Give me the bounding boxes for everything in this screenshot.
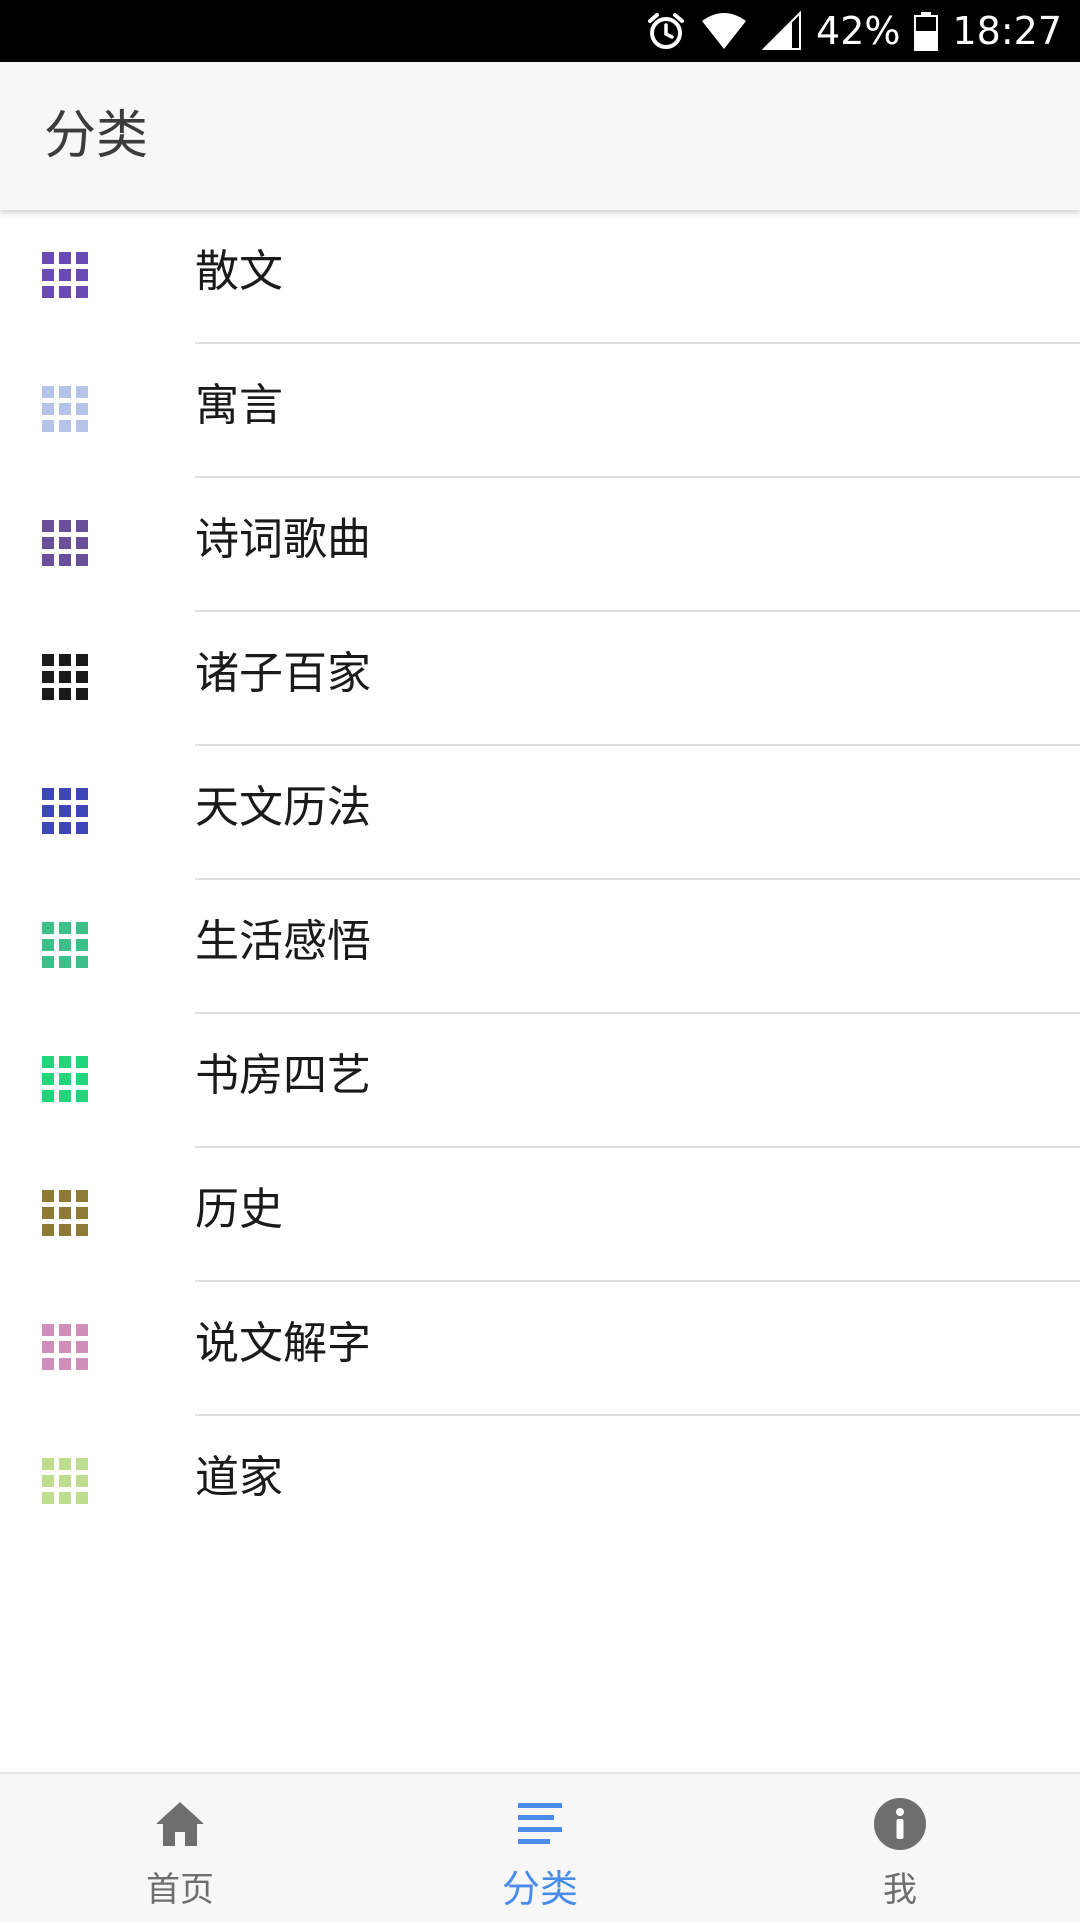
list-item[interactable]: 生活感悟 xyxy=(0,880,1080,1014)
list-item-label: 说文解字 xyxy=(195,1318,371,1369)
grid-icon xyxy=(42,386,88,432)
home-icon xyxy=(156,1802,204,1846)
battery-icon xyxy=(914,11,939,51)
grid-icon xyxy=(42,788,88,834)
nav-item-me[interactable]: 我 xyxy=(720,1774,1080,1922)
grid-icon xyxy=(42,520,88,566)
list-item[interactable]: 诸子百家 xyxy=(0,612,1080,746)
grid-icon xyxy=(42,922,88,968)
list-item-label: 天文历法 xyxy=(195,782,371,833)
nav-item-home[interactable]: 首页 xyxy=(0,1774,360,1922)
list-item[interactable]: 说文解字 xyxy=(0,1282,1080,1416)
info-icon xyxy=(874,1798,926,1850)
list-item-label: 道家 xyxy=(195,1452,283,1503)
list-item-label: 生活感悟 xyxy=(195,916,371,967)
grid-icon xyxy=(42,654,88,700)
list-item[interactable]: 历史 xyxy=(0,1148,1080,1282)
grid-icon xyxy=(42,252,88,298)
list-icon xyxy=(518,1803,562,1844)
status-icons: 42% 18:27 xyxy=(646,0,1062,62)
grid-icon xyxy=(42,1056,88,1102)
list-item-label: 历史 xyxy=(195,1184,283,1235)
nav-label-me: 我 xyxy=(883,1870,917,1910)
status-bar: 42% 18:27 xyxy=(0,0,1080,62)
list-item[interactable]: 天文历法 xyxy=(0,746,1080,880)
wifi-icon xyxy=(700,11,748,51)
grid-icon xyxy=(42,1190,88,1236)
list-item-label: 诗词歌曲 xyxy=(195,514,371,565)
list-item-label: 寓言 xyxy=(195,380,283,431)
grid-icon xyxy=(42,1324,88,1370)
nav-item-category[interactable]: 分类 xyxy=(360,1774,720,1922)
list-item[interactable]: 道家 xyxy=(0,1416,1080,1550)
bottom-nav: 首页 分类 我 xyxy=(0,1772,1080,1922)
app-bar: 分类 xyxy=(0,62,1080,210)
grid-icon xyxy=(42,1458,88,1504)
list-item-label: 诸子百家 xyxy=(195,648,371,699)
nav-label-home: 首页 xyxy=(146,1870,214,1910)
signal-icon xyxy=(762,11,802,51)
category-list: 散文寓言诗词歌曲诸子百家天文历法生活感悟书房四艺历史说文解字道家 xyxy=(0,210,1080,1550)
list-item-label: 散文 xyxy=(195,246,283,297)
list-item[interactable]: 书房四艺 xyxy=(0,1014,1080,1148)
clock-time: 18:27 xyxy=(952,9,1062,53)
nav-label-category: 分类 xyxy=(501,1867,578,1911)
battery-percent: 42% xyxy=(816,9,901,53)
list-item[interactable]: 寓言 xyxy=(0,344,1080,478)
list-item[interactable]: 散文 xyxy=(0,210,1080,344)
list-item-label: 书房四艺 xyxy=(195,1050,371,1101)
page-title: 分类 xyxy=(44,106,149,166)
alarm-icon xyxy=(646,11,686,51)
list-item[interactable]: 诗词歌曲 xyxy=(0,478,1080,612)
